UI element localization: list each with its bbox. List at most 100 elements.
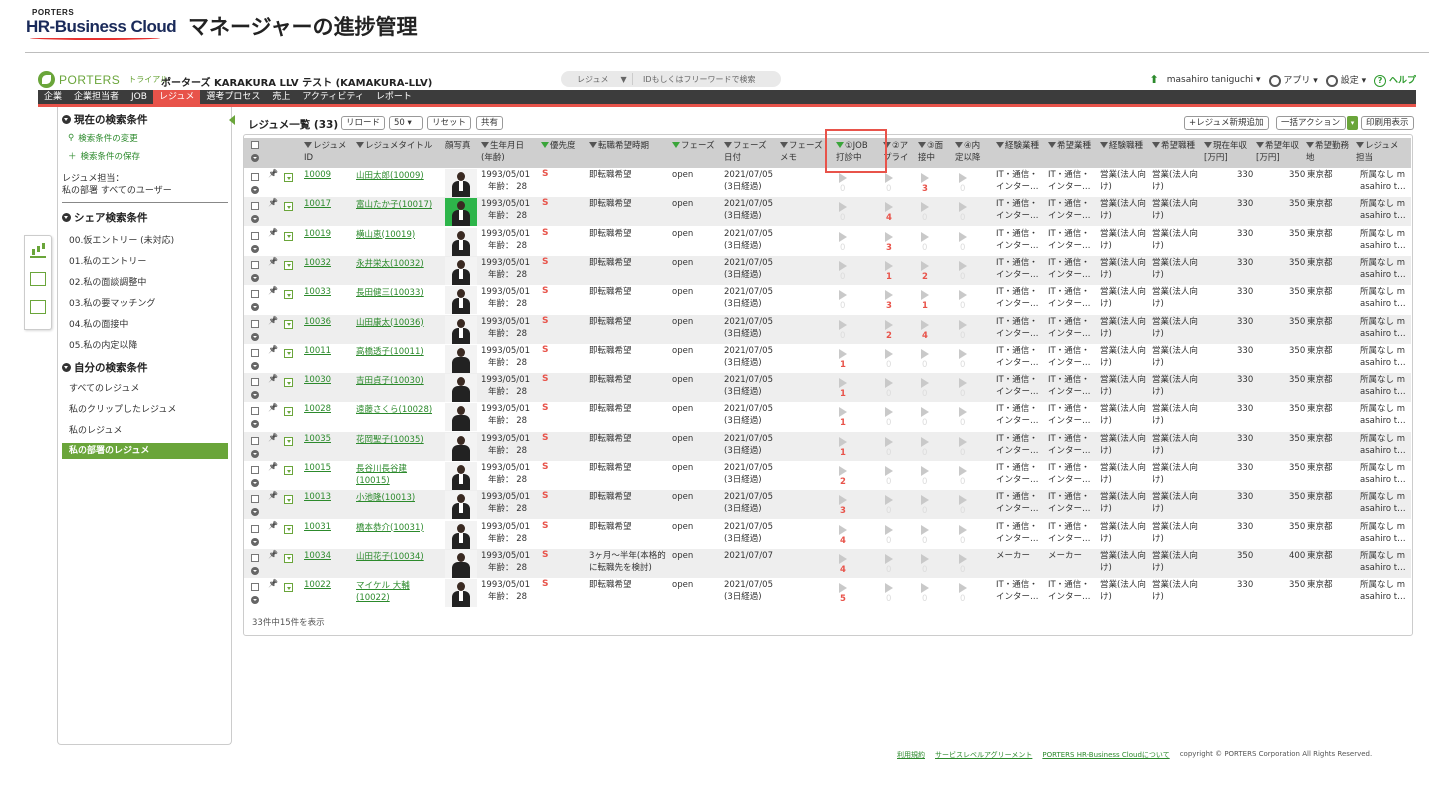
clip-pin-icon[interactable]: 📌 — [268, 286, 278, 295]
nav-item-2[interactable]: JOB — [125, 90, 153, 104]
shared-search-item[interactable]: 03.私の要マッチング — [69, 296, 155, 309]
job-stage-count[interactable]: 0 — [886, 594, 891, 604]
shared-search-item[interactable]: 02.私の面談調整中 — [69, 275, 146, 288]
play-icon[interactable] — [885, 553, 893, 564]
column-header-timing[interactable]: 転職希望時期 — [589, 138, 669, 168]
row-checkbox[interactable] — [251, 378, 259, 387]
job-stage-count[interactable]: 3 — [922, 184, 928, 194]
resume-title-link-cont[interactable]: (10022) — [356, 592, 390, 605]
play-icon[interactable] — [921, 524, 929, 535]
job-stage-count[interactable]: 1 — [840, 448, 846, 458]
job-stage-count[interactable]: 3 — [886, 243, 892, 253]
row-dropdown-icon[interactable] — [284, 231, 293, 241]
clip-pin-icon[interactable]: 📌 — [268, 228, 278, 237]
job-stage-count[interactable]: 0 — [886, 506, 891, 516]
candidate-photo[interactable] — [445, 169, 477, 197]
play-icon[interactable] — [839, 378, 847, 389]
job-stage-count[interactable]: 0 — [922, 448, 927, 458]
job-stage-count[interactable]: 0 — [960, 506, 965, 516]
clip-pin-icon[interactable]: 📌 — [268, 579, 278, 588]
row-dropdown-icon[interactable] — [284, 407, 293, 417]
play-icon[interactable] — [885, 260, 893, 271]
play-icon[interactable] — [885, 202, 893, 213]
play-icon[interactable] — [839, 290, 847, 301]
resume-id-link[interactable]: 10031 — [304, 521, 331, 534]
resume-title-link[interactable]: 永井栄太(10032) — [356, 258, 424, 271]
play-icon[interactable] — [885, 407, 893, 418]
sidebar-collapse-arrow[interactable] — [229, 115, 235, 125]
row-checkbox[interactable] — [251, 524, 259, 533]
search-input[interactable]: IDもしくはフリーワードで検索 — [633, 74, 756, 85]
play-icon[interactable] — [839, 495, 847, 506]
job-stage-count[interactable]: 0 — [922, 536, 927, 546]
play-icon[interactable] — [921, 378, 929, 389]
candidate-photo[interactable] — [445, 549, 477, 578]
column-header-want-job[interactable]: 希望職種 — [1152, 138, 1204, 168]
row-checkbox[interactable] — [251, 348, 259, 357]
play-icon[interactable] — [921, 231, 929, 242]
row-checkbox[interactable] — [251, 553, 259, 562]
play-icon[interactable] — [839, 348, 847, 359]
column-header-exp-industry[interactable]: 経験業種 — [996, 138, 1048, 168]
play-icon[interactable] — [959, 524, 967, 535]
play-icon[interactable] — [921, 407, 929, 418]
job-stage-count[interactable]: 0 — [960, 536, 965, 546]
play-icon[interactable] — [921, 319, 929, 330]
play-icon[interactable] — [921, 348, 929, 359]
job-stage-count[interactable]: 1 — [922, 301, 928, 311]
row-checkbox[interactable] — [251, 202, 259, 211]
clip-pin-icon[interactable]: 📌 — [268, 316, 278, 325]
job-stage-count[interactable]: 0 — [886, 184, 891, 194]
job-stage-count[interactable]: 0 — [960, 389, 965, 399]
job-stage-count[interactable]: 0 — [922, 565, 927, 575]
candidate-photo[interactable] — [445, 579, 477, 608]
clip-pin-icon[interactable]: 📌 — [268, 462, 278, 471]
job-stage-count[interactable]: 3 — [886, 301, 892, 311]
play-icon[interactable] — [839, 553, 847, 564]
candidate-photo[interactable] — [445, 198, 477, 227]
resume-title-link[interactable]: 山田康太(10036) — [356, 317, 424, 330]
job-stage-count[interactable]: 2 — [886, 331, 892, 341]
resume-title-link[interactable]: 花岡聖子(10035) — [356, 434, 424, 447]
clip-pin-icon[interactable]: 📌 — [268, 345, 278, 354]
resume-id-link[interactable]: 10034 — [304, 550, 331, 563]
job-stage-count[interactable]: 0 — [886, 418, 891, 428]
play-icon[interactable] — [885, 319, 893, 330]
reload-button[interactable]: リロード — [341, 116, 386, 130]
global-search[interactable]: レジュメ ▼ IDもしくはフリーワードで検索 — [561, 71, 781, 87]
play-icon[interactable] — [921, 202, 929, 213]
resume-title-link[interactable]: 橋本恭介(10031) — [356, 522, 424, 535]
job-stage-count[interactable]: 0 — [922, 506, 927, 516]
play-icon[interactable] — [959, 583, 967, 594]
play-icon[interactable] — [839, 407, 847, 418]
resume-id-link[interactable]: 10030 — [304, 374, 331, 387]
shared-search-item[interactable]: 01.私のエントリー — [69, 254, 146, 267]
add-resume-button[interactable]: +レジュメ新規追加 — [1184, 116, 1269, 130]
column-header-job2[interactable]: ②ア プライ — [883, 138, 917, 168]
play-icon[interactable] — [959, 348, 967, 359]
resume-id-link[interactable]: 10017 — [304, 198, 331, 211]
resume-title-link[interactable]: 富山たか子(10017) — [356, 199, 432, 212]
job-stage-count[interactable]: 4 — [840, 565, 846, 575]
play-icon[interactable] — [959, 202, 967, 213]
column-header-phase-memo[interactable]: フェーズ メモ — [780, 138, 830, 168]
clip-pin-icon[interactable]: 📌 — [268, 403, 278, 412]
job-stage-count[interactable]: 0 — [886, 389, 891, 399]
job-stage-count[interactable]: 0 — [840, 213, 845, 223]
job-stage-count[interactable]: 0 — [886, 477, 891, 487]
play-icon[interactable] — [921, 466, 929, 476]
job-stage-count[interactable]: 0 — [960, 184, 965, 194]
mail-icon[interactable] — [30, 272, 46, 286]
play-icon[interactable] — [839, 260, 847, 271]
bulk-action-dropdown[interactable]: ▾ — [1347, 116, 1358, 130]
resume-id-link[interactable]: 10028 — [304, 403, 331, 416]
job-stage-count[interactable]: 0 — [960, 565, 965, 575]
column-header-phase-date[interactable]: フェーズ 日付 — [724, 138, 779, 168]
clip-pin-icon[interactable]: 📌 — [268, 550, 278, 559]
row-menu-icon[interactable] — [251, 449, 259, 458]
job-stage-count[interactable]: 0 — [960, 594, 965, 604]
resume-title-link[interactable]: 高橋透子(10011) — [356, 346, 424, 359]
column-header-cur-salary[interactable]: 現在年収 [万円] — [1204, 138, 1256, 168]
row-checkbox[interactable] — [251, 495, 259, 504]
play-icon[interactable] — [921, 260, 929, 271]
